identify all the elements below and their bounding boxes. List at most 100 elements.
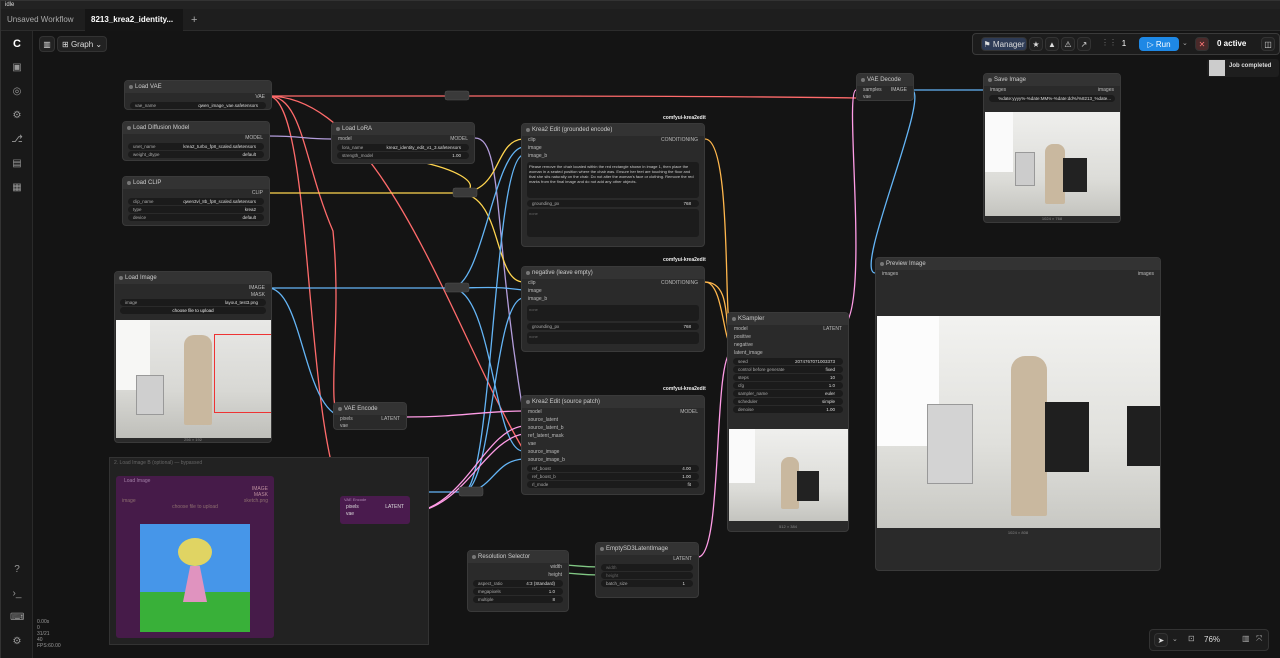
- input-latent-image[interactable]: latent_image: [734, 350, 763, 356]
- node-vae-encode[interactable]: VAE Encode pixels LATENT vae: [333, 402, 407, 430]
- megapixels-widget[interactable]: megapixels 1.0: [473, 588, 563, 595]
- input-model[interactable]: model: [528, 409, 542, 415]
- output-model[interactable]: MODEL: [680, 408, 698, 416]
- input-model[interactable]: model: [734, 326, 748, 332]
- tab-unsaved-workflow[interactable]: Unsaved Workflow: [1, 9, 85, 44]
- input-negative[interactable]: negative: [734, 342, 753, 348]
- node-ksampler[interactable]: KSampler model LATENT positive negative l…: [727, 312, 849, 532]
- input-pixels[interactable]: pixels: [340, 416, 353, 422]
- output-mask[interactable]: MASK: [251, 292, 265, 298]
- steps-widget[interactable]: steps 10: [733, 374, 843, 381]
- output-latent[interactable]: LATENT: [673, 555, 692, 563]
- output-vae[interactable]: VAE: [255, 93, 265, 101]
- input-vae[interactable]: vae: [340, 423, 348, 429]
- output-model[interactable]: MODEL: [245, 134, 263, 142]
- input-source-latent[interactable]: source_latent: [528, 417, 558, 423]
- terminal-icon[interactable]: ›_: [10, 587, 24, 601]
- upload-button[interactable]: choose file to upload: [120, 307, 266, 314]
- templates-icon[interactable]: ▦: [10, 181, 24, 195]
- node-preview-image[interactable]: Preview Image images images 1024 × 808: [875, 257, 1161, 571]
- keyboard-icon[interactable]: ⌨: [10, 611, 24, 625]
- workflows-icon[interactable]: ⎇: [10, 133, 24, 147]
- node-load-image-b[interactable]: Load Image IMAGE MASK image sketch.png ch…: [116, 476, 274, 638]
- input-ref-latent-mask[interactable]: ref_latent_mask: [528, 433, 564, 439]
- group-load-image-b[interactable]: 2. Load Image B (optional) — bypassed Lo…: [109, 457, 429, 645]
- graph-canvas[interactable]: ▥ ⊞ Graph ⌄ ⚑ Manager ★ ▲ ⚠ ↗ ⋮⋮ 1 ▷ Run…: [33, 31, 1280, 658]
- node-save-image[interactable]: Save Image images images %date:yyyy%-%dat…: [983, 73, 1121, 223]
- input-clip[interactable]: clip: [528, 137, 536, 143]
- image-widget[interactable]: image layout_test3.png: [120, 299, 266, 306]
- strength-model-widget[interactable]: strength_model 1.00: [337, 152, 469, 159]
- node-load-image[interactable]: Load Image IMAGE MASK image layout_test3.…: [114, 271, 272, 443]
- input-samples[interactable]: samples: [863, 87, 882, 93]
- control-widget[interactable]: control before generate fixed: [733, 366, 843, 373]
- node-vae-decode[interactable]: VAE Decode samples IMAGE vae: [856, 73, 914, 101]
- seed-widget[interactable]: seed 2074767071003373: [733, 358, 843, 365]
- node-krea2-edit-source-patch[interactable]: Krea2 Edit (source patch) model MODEL sou…: [521, 395, 705, 495]
- input-vae[interactable]: vae: [528, 441, 536, 447]
- ref-boost-widget[interactable]: ref_boost 4.00: [527, 465, 699, 472]
- batch-size-widget[interactable]: batch_size 1: [601, 580, 693, 587]
- output-clip[interactable]: CLIP: [252, 189, 263, 197]
- output-width[interactable]: width: [550, 563, 562, 571]
- help-icon[interactable]: ?: [10, 563, 24, 577]
- prompt-textarea[interactable]: Please remove the chair located within t…: [527, 162, 699, 198]
- vae-name-widget[interactable]: vae_name qwen_image_vae.safetensors: [130, 102, 266, 109]
- output-model[interactable]: MODEL: [450, 135, 468, 143]
- multiple-widget[interactable]: multiple 8: [473, 596, 563, 603]
- grounding-px-widget[interactable]: grounding_px 768: [527, 323, 699, 330]
- input-vae[interactable]: vae: [863, 94, 871, 100]
- output-conditioning[interactable]: CONDITIONING: [661, 279, 698, 287]
- input-source-latent-b[interactable]: source_latent_b: [528, 425, 564, 431]
- upload-button[interactable]: choose file to upload: [116, 504, 274, 510]
- node-load-vae[interactable]: Load VAE VAE vae_name qwen_image_vae.safe…: [124, 80, 272, 110]
- width-input[interactable]: width: [601, 564, 693, 571]
- output-latent[interactable]: LATENT: [823, 325, 842, 333]
- rl-mode-widget[interactable]: rl_mode fit: [527, 481, 699, 488]
- input-image-b[interactable]: image_b: [528, 153, 547, 159]
- denoise-widget[interactable]: denoise 1.00: [733, 406, 843, 413]
- input-image[interactable]: image: [528, 288, 542, 294]
- negative-textarea[interactable]: none: [527, 209, 699, 237]
- node-resolution-selector[interactable]: Resolution Selector width height aspect_…: [467, 550, 569, 612]
- input-pixels[interactable]: pixels: [346, 504, 359, 510]
- fit-view-icon[interactable]: ⊡: [1188, 634, 1195, 643]
- input-image-b[interactable]: image_b: [528, 296, 547, 302]
- grounding-px-widget[interactable]: grounding_px 768: [527, 200, 699, 207]
- node-load-clip[interactable]: Load CLIP CLIP clip_name qwen3vl_8b_fp8_s…: [122, 176, 270, 226]
- output-conditioning[interactable]: CONDITIONING: [661, 136, 698, 144]
- models-icon[interactable]: ◎: [10, 85, 24, 99]
- node-load-diffusion-model[interactable]: Load Diffusion Model MODEL unet_name krea…: [122, 121, 270, 161]
- negative-textarea[interactable]: none: [527, 332, 699, 344]
- output-image[interactable]: IMAGE: [249, 284, 265, 292]
- output-images[interactable]: images: [1098, 86, 1114, 94]
- images-icon[interactable]: ▣: [10, 61, 24, 75]
- node-krea2-edit-negative[interactable]: negative (leave empty) clip CONDITIONING …: [521, 266, 705, 352]
- select-tool-icon[interactable]: ➤: [1154, 633, 1168, 647]
- scheduler-widget[interactable]: scheduler simple: [733, 398, 843, 405]
- comfy-logo-icon[interactable]: C: [10, 37, 24, 51]
- clip-name-widget[interactable]: clip_name qwen3vl_8b_fp8_scaled.safetenso…: [128, 198, 264, 205]
- input-clip[interactable]: clip: [528, 280, 536, 286]
- input-vae[interactable]: vae: [346, 511, 354, 517]
- queue-icon[interactable]: ▤: [10, 157, 24, 171]
- input-source-image-b[interactable]: source_image_b: [528, 457, 565, 463]
- sampler-name-widget[interactable]: sampler_name euler: [733, 390, 843, 397]
- node-library-icon[interactable]: ⚙: [10, 109, 24, 123]
- settings-gear-icon[interactable]: ⚙: [10, 635, 24, 649]
- input-positive[interactable]: positive: [734, 334, 751, 340]
- type-widget[interactable]: type krea2: [128, 206, 264, 213]
- tool-dropdown-icon[interactable]: ⌄: [1172, 635, 1178, 643]
- input-images[interactable]: images: [882, 271, 898, 277]
- node-vae-encode-b[interactable]: VAE Encode pixels LATENT vae: [340, 496, 410, 524]
- filename-prefix-widget[interactable]: %date:yyyy%-%date:MM%-%date:dd%/%8213_%d…: [989, 95, 1115, 102]
- link-visibility-icon[interactable]: ⤧: [1256, 634, 1262, 644]
- node-load-lora[interactable]: Load LoRA model MODEL lora_name krea2_iden…: [331, 122, 475, 164]
- output-latent[interactable]: LATENT: [381, 415, 400, 423]
- input-model[interactable]: model: [338, 136, 352, 142]
- tab-krea2-identity[interactable]: 8213_krea2_identity...: [85, 9, 183, 44]
- cfg-widget[interactable]: cfg 1.0: [733, 382, 843, 389]
- input-images[interactable]: images: [990, 87, 1006, 93]
- aspect-ratio-widget[interactable]: aspect_ratio 4:3 (Standard): [473, 580, 563, 587]
- minimap-icon[interactable]: ▥: [1242, 634, 1250, 643]
